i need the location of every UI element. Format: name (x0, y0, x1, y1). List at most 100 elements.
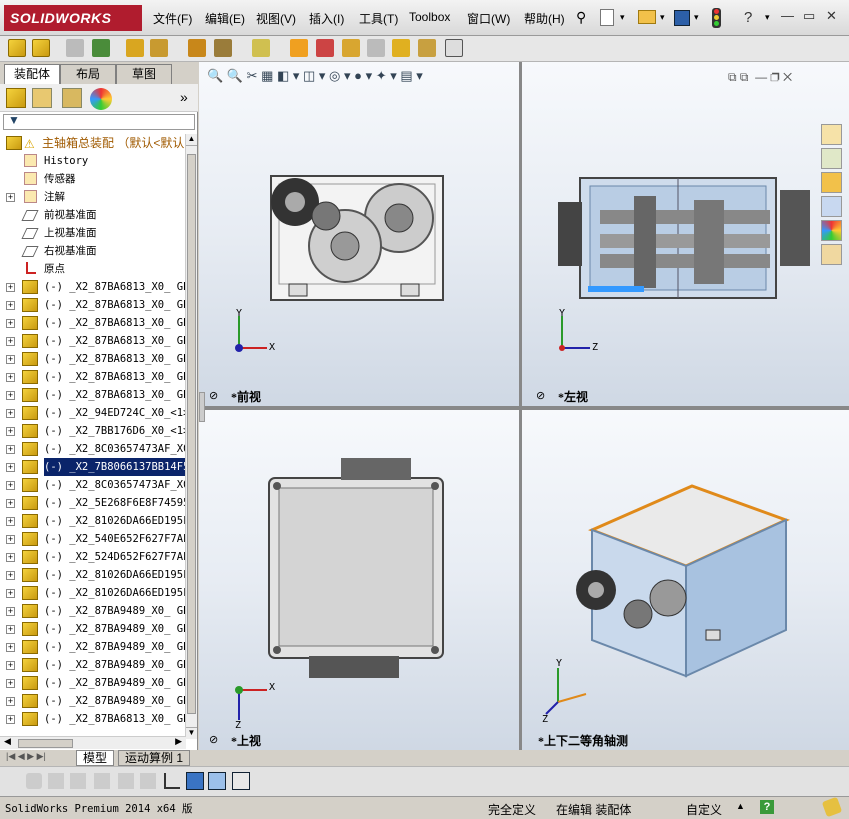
tree-item[interactable]: + (-) _X2_87BA6813_X0_ GB (0, 368, 186, 386)
four-view-icon[interactable] (232, 772, 250, 790)
expand-icon[interactable]: + (6, 463, 15, 472)
tree-item[interactable]: + (-) _X2_87BA6813_X0_ GB (0, 296, 186, 314)
close-icon[interactable]: ✕ (826, 8, 837, 24)
tree-hscrollbar[interactable]: ◀ ▶ (0, 736, 186, 749)
tab-assembly[interactable]: 装配体 (4, 64, 60, 84)
expand-icon[interactable]: + (6, 355, 15, 364)
file-explorer-icon[interactable] (821, 172, 842, 193)
expand-icon[interactable]: + (6, 553, 15, 562)
tree-item[interactable]: + (-) _X2_8C03657473AF_X0 (0, 476, 186, 494)
explode-line-icon[interactable] (367, 39, 385, 57)
traffic-light-icon[interactable] (712, 8, 721, 28)
rotate-icon[interactable] (70, 773, 86, 789)
tree-item[interactable]: History (0, 152, 186, 170)
tab-sketch[interactable]: 草图 (116, 64, 172, 84)
status-custom-units[interactable]: 自定义 (686, 801, 722, 818)
expand-icon[interactable]: + (6, 373, 15, 382)
tree-item[interactable]: + (-) _X2_81026DA66ED195F (0, 566, 186, 584)
options-icon[interactable] (445, 39, 463, 57)
tree-item[interactable]: 右视基准面 (0, 242, 186, 260)
filter-box[interactable]: ▼ (3, 113, 195, 130)
new-motion-study-icon[interactable] (290, 39, 308, 57)
chevron-down-icon[interactable]: ▾ (694, 12, 699, 23)
instant3d-icon[interactable] (392, 39, 410, 57)
linear-pattern-icon[interactable] (92, 39, 110, 57)
menu-tools[interactable]: 工具(T) (359, 10, 398, 27)
tree-item[interactable]: + (-) _X2_5E268F6E8F74595 (0, 494, 186, 512)
expand-icon[interactable]: + (6, 391, 15, 400)
tree-item[interactable]: + (-) _X2_87BA9489_X0_ GB (0, 638, 186, 656)
expand-icon[interactable]: + (6, 337, 15, 346)
restore-icon[interactable]: ▭ (803, 8, 815, 24)
expand-icon[interactable]: + (6, 571, 15, 580)
graphics-area[interactable]: 🔍 🔍 ✂ ▦ ◧ ▾ ◫ ▾ ◎ ▾ ● ▾ ✦ ▾ ▤ ▾ Y X ⊘ *前… (199, 62, 849, 750)
chevron-down-icon[interactable]: ▾ (765, 12, 770, 23)
new-document-icon[interactable] (600, 9, 614, 26)
viewport-left[interactable]: ⧉ ⧉ — ❐ ✕ Y Z ⊘ *左视 (522, 62, 849, 406)
insert-component-icon[interactable] (8, 39, 26, 57)
pin-icon[interactable]: ⚲ (576, 9, 586, 26)
display-manager-icon[interactable] (90, 88, 112, 110)
expand-icon[interactable]: + (6, 319, 15, 328)
tree-item[interactable]: + 注解 (0, 188, 186, 206)
expand-icon[interactable]: + (6, 589, 15, 598)
help-button[interactable]: ? (744, 9, 752, 26)
align-icon[interactable] (140, 773, 156, 789)
tree-item[interactable]: + (-) _X2_87BA9489_X0_ GB (0, 692, 186, 710)
tree-item[interactable]: 上视基准面 (0, 224, 186, 242)
interference-icon[interactable] (418, 39, 436, 57)
view-palette-icon[interactable] (821, 196, 842, 217)
smart-fasteners-icon[interactable] (126, 39, 144, 57)
home-icon[interactable] (821, 124, 842, 145)
solidworks-logo[interactable]: SOLIDWORKS (4, 5, 142, 31)
tree-item[interactable]: + (-) _X2_7BB176D6_X0_<1> (0, 422, 186, 440)
viewport-front[interactable]: 🔍 🔍 ✂ ▦ ◧ ▾ ◫ ▾ ◎ ▾ ● ▾ ✦ ▾ ▤ ▾ Y X ⊘ *前… (199, 62, 519, 406)
expand-icon[interactable]: + (6, 697, 15, 706)
reference-geometry-icon[interactable] (252, 39, 270, 57)
exploded-view-icon[interactable] (342, 39, 360, 57)
move-component-icon[interactable] (150, 39, 168, 57)
mate-icon[interactable] (66, 39, 84, 57)
show-hidden-icon[interactable] (188, 39, 206, 57)
tree-item[interactable]: + (-) _X2_87BA9489_X0_ GB (0, 620, 186, 638)
minimize-icon[interactable]: — (781, 8, 794, 23)
expand-icon[interactable]: + (6, 643, 15, 652)
grid-icon[interactable] (118, 773, 134, 789)
shaded-view-icon[interactable] (186, 772, 204, 790)
pane-splitter-handle[interactable] (199, 392, 205, 422)
new-part-icon[interactable] (32, 39, 50, 57)
expand-icon[interactable]: + (6, 427, 15, 436)
menu-toolbox[interactable]: Toolbox (409, 10, 450, 24)
tree-root-assembly[interactable]: ⚠ 主轴箱总装配 （默认<默认 (0, 134, 186, 152)
viewport-window-controls[interactable]: ⧉ ⧉ — ❐ ✕ (728, 70, 792, 85)
expand-icon[interactable]: + (6, 517, 15, 526)
tab-scroll-arrows[interactable]: |◀ ◀ ▶ ▶| (6, 751, 46, 762)
single-view-icon[interactable] (208, 772, 226, 790)
expand-icon[interactable]: + (6, 715, 15, 724)
design-library-icon[interactable] (821, 148, 842, 169)
expand-icon[interactable]: + (6, 445, 15, 454)
expand-icon[interactable]: + (6, 481, 15, 490)
custom-properties-icon[interactable] (821, 244, 842, 265)
expand-icon[interactable]: + (6, 193, 15, 202)
view-orientation-icon[interactable] (26, 773, 42, 789)
chevron-down-icon[interactable]: ▾ (620, 12, 625, 23)
tree-item[interactable]: + (-) _X2_8C03657473AF_X0 (0, 440, 186, 458)
tree-item[interactable]: + (-) _X2_7B8066137BB14F5 (0, 458, 186, 476)
configuration-manager-icon[interactable] (62, 88, 82, 108)
menu-window[interactable]: 窗口(W) (467, 10, 510, 27)
tree-item[interactable]: 传感器 (0, 170, 186, 188)
save-icon[interactable] (674, 10, 690, 26)
viewport-top[interactable]: X Z ⊘ *上视 (199, 410, 519, 750)
tree-item[interactable]: + (-) _X2_94ED724C_X0_<1> (0, 404, 186, 422)
appearances-icon[interactable] (821, 220, 842, 241)
tree-item[interactable]: + (-) _X2_87BA9489_X0_ GB (0, 602, 186, 620)
tree-item[interactable]: 原点 (0, 260, 186, 278)
chevron-down-icon[interactable]: ▾ (660, 12, 665, 23)
expand-panel-icon[interactable]: » (180, 89, 188, 105)
menu-insert[interactable]: 插入(I) (309, 10, 344, 27)
expand-icon[interactable]: + (6, 409, 15, 418)
tree-item[interactable]: + (-) _X2_81026DA66ED195F (0, 512, 186, 530)
triad-icon[interactable] (164, 773, 180, 789)
expand-icon[interactable]: + (6, 301, 15, 310)
